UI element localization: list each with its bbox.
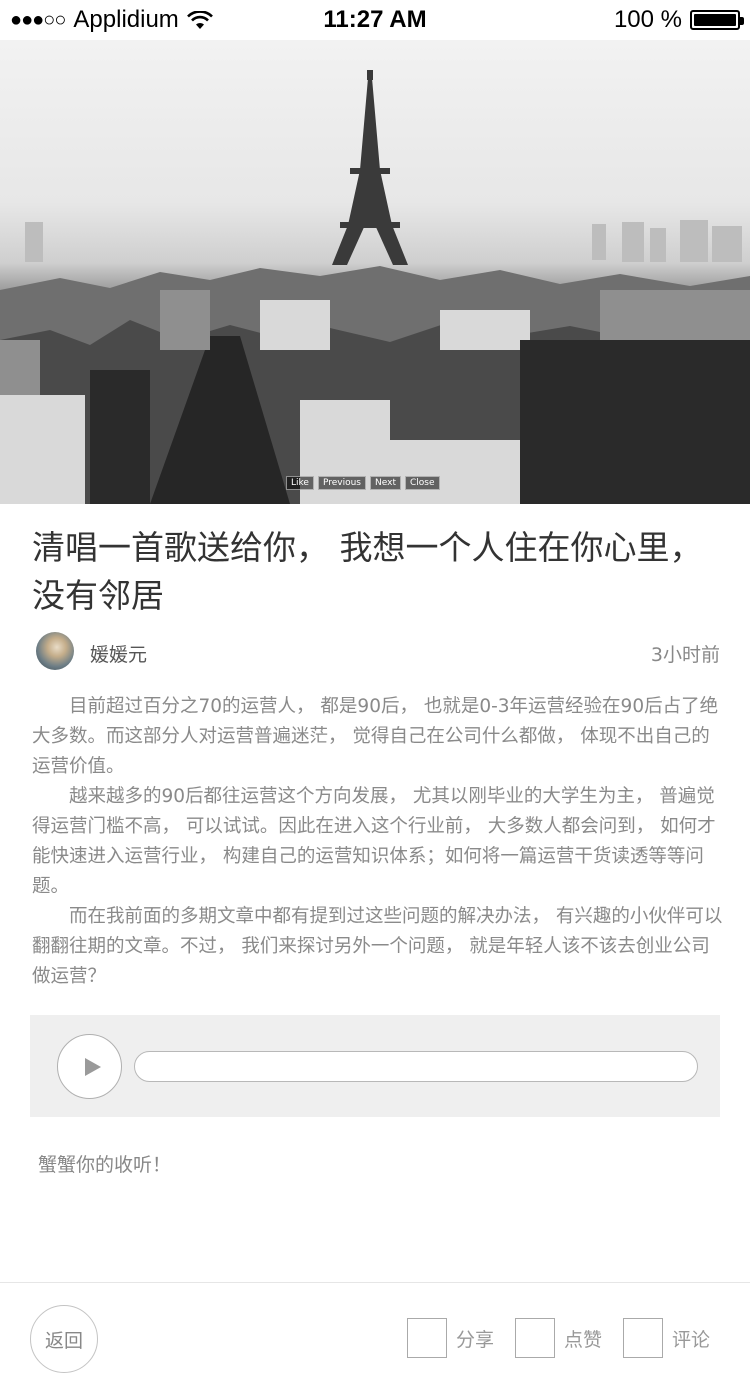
share-button[interactable]: 分享 [407,1318,494,1358]
like-button[interactable]: 点赞 [515,1318,602,1358]
avatar[interactable] [36,632,74,670]
hero-image: Like Previous Next Close [0,40,750,504]
comment-label: 评论 [672,1328,711,1351]
comment-button[interactable]: 评论 [623,1318,710,1358]
article-paragraph: 目前超过百分之70的运营人， 都是90后， 也就是0-3年运营经验在90后占了绝… [32,696,719,777]
article-title: 清唱一首歌送给你， 我想一个人住在你心里， 没有邻居 [32,528,703,615]
like-icon [515,1318,555,1358]
bottom-action-bar: 返回 分享 点赞 评论 [0,1282,750,1382]
image-viewer-controls: Like Previous Next Close [286,476,440,490]
eiffel-tower-photo [0,70,750,504]
like-control[interactable]: Like [286,476,314,490]
battery-icon [690,10,744,30]
audio-progress-bar[interactable] [134,1051,698,1082]
thanks-text: 蟹蟹你的收听！ [38,1154,172,1176]
battery-percent: 100 % [613,6,682,33]
battery-level [694,14,736,26]
post-time: 3小时前 [650,644,720,666]
status-right: 100 % [613,6,744,34]
next-control[interactable]: Next [370,476,401,490]
play-button[interactable] [57,1034,122,1099]
back-button[interactable]: 返回 [30,1305,98,1373]
previous-control[interactable]: Previous [317,476,366,490]
author-name[interactable]: 媛媛元 [90,640,147,667]
article-paragraph: 而在我前面的多期文章中都有提到过这些问题的解决办法， 有兴趣的小伙伴可以翻翻往期… [32,906,723,987]
share-label: 分享 [456,1328,495,1351]
author-row: 媛媛元 3小时前 [36,632,720,672]
like-label: 点赞 [564,1328,603,1351]
status-bar: ●●●○○ Applidium 11:27 AM 100 % [0,0,750,40]
comment-icon [623,1318,663,1358]
share-icon [407,1318,447,1358]
article-paragraph: 越来越多的90后都往运营这个方向发展， 尤其以刚毕业的大学生为主， 普遍觉得运营… [32,786,716,897]
article-body: 目前超过百分之70的运营人， 都是90后， 也就是0-3年运营经验在90后占了绝… [32,692,724,992]
audio-player [30,1015,720,1117]
close-control[interactable]: Close [404,476,440,490]
